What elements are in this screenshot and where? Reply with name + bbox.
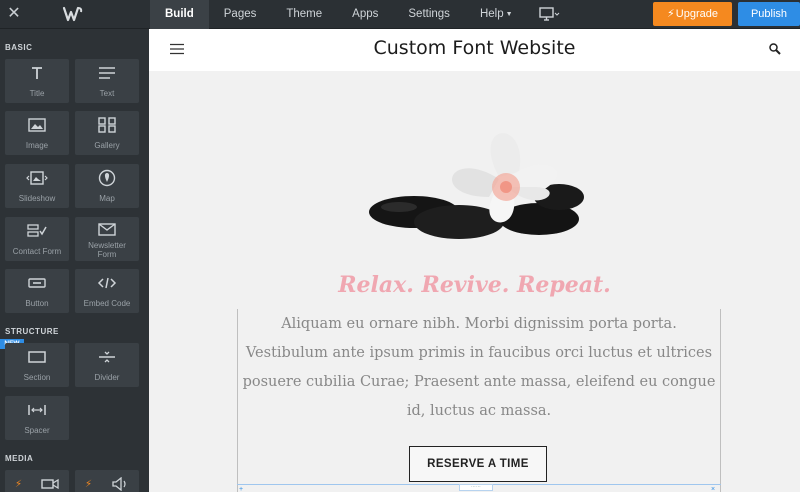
title-icon <box>5 64 69 82</box>
envelope-icon <box>75 220 139 238</box>
tile-button[interactable]: Button <box>5 269 69 313</box>
text-icon <box>75 64 139 82</box>
section-title-basic: BASIC <box>5 43 33 52</box>
section-icon <box>5 348 69 366</box>
tile-video[interactable]: ⚡ <box>5 470 69 492</box>
tile-label: Divider <box>94 373 120 382</box>
upgrade-label: Upgrade <box>675 8 718 20</box>
nav-apps[interactable]: Apps <box>337 0 393 29</box>
tile-divider[interactable]: Divider <box>75 343 139 387</box>
nav-build[interactable]: Build <box>150 0 209 29</box>
nav-help-label: Help <box>479 8 504 20</box>
tile-label: Embed Code <box>83 299 131 308</box>
publish-button[interactable]: Publish <box>738 2 800 26</box>
tile-label: Section <box>23 373 51 382</box>
tile-label: Button <box>25 299 49 308</box>
reserve-a-time-button[interactable]: RESERVE A TIME <box>409 446 547 482</box>
gallery-icon <box>75 116 139 134</box>
tile-label: Map <box>99 194 115 203</box>
tile-audio[interactable]: ⚡ <box>75 470 139 492</box>
tile-section[interactable]: Section <box>5 343 69 387</box>
drag-handle-icon[interactable]: ⋯⋯ <box>459 484 493 491</box>
tile-label: Contact Form <box>12 247 62 256</box>
chevron-down-icon: ▼ <box>505 11 513 18</box>
video-icon: ⚡ <box>5 475 69 492</box>
tile-label: Image <box>25 141 49 150</box>
tile-newsletter-form[interactable]: Newsletter Form <box>75 217 139 261</box>
spa-stones-flower-image[interactable] <box>369 117 589 242</box>
site-title[interactable]: Custom Font Website <box>149 37 800 59</box>
section-title-structure: STRUCTURE <box>5 327 59 336</box>
tile-spacer[interactable]: Spacer <box>5 396 69 440</box>
tile-title[interactable]: Title <box>5 59 69 103</box>
nav-settings[interactable]: Settings <box>393 0 465 29</box>
divider-icon <box>75 348 139 366</box>
nav-pages[interactable]: Pages <box>209 0 272 29</box>
image-icon <box>5 116 69 134</box>
nav-theme[interactable]: Theme <box>271 0 337 29</box>
hero-body-text[interactable]: Aliquam eu ornare nibh. Morbi dignissim … <box>241 310 717 426</box>
upgrade-button[interactable]: ⚡Upgrade <box>653 2 732 26</box>
tile-label: Slideshow <box>18 194 56 203</box>
contact-form-icon <box>5 222 69 240</box>
tile-contact-form[interactable]: Contact Form <box>5 217 69 261</box>
tile-embed-code[interactable]: Embed Code <box>75 269 139 313</box>
site-header: Custom Font Website <box>149 29 800 71</box>
top-toolbar: ✕ Build Pages Theme Apps Settings Help ▼ … <box>0 0 800 29</box>
audio-icon: ⚡ <box>75 475 139 492</box>
map-pin-icon <box>75 169 139 187</box>
close-icon[interactable]: × <box>711 486 719 492</box>
editor-canvas[interactable]: Custom Font Website Relax. Revive. Repea… <box>149 29 800 492</box>
tile-label: Title <box>29 89 45 98</box>
tile-label: Gallery <box>94 141 120 150</box>
lightning-icon: ⚡ <box>667 8 675 20</box>
hero-tagline[interactable]: Relax. Revive. Repeat. <box>149 272 800 298</box>
search-icon[interactable] <box>769 43 781 55</box>
tile-image[interactable]: Image <box>5 111 69 155</box>
tile-label: Spacer <box>24 426 50 435</box>
tile-gallery[interactable]: Gallery <box>75 111 139 155</box>
section-title-media: MEDIA <box>5 454 34 463</box>
spacer-icon <box>5 401 69 419</box>
weebly-logo-icon[interactable] <box>62 5 84 23</box>
tile-label: Text <box>99 89 115 98</box>
elements-sidebar: BASIC Title Text Image Gallery Slideshow… <box>0 29 149 492</box>
button-icon <box>5 274 69 292</box>
tile-slideshow[interactable]: Slideshow <box>5 164 69 208</box>
tile-label: Newsletter Form <box>88 241 126 259</box>
main-nav: Build Pages Theme Apps Settings Help ▼ <box>150 0 528 29</box>
slideshow-icon <box>5 169 69 187</box>
section-resize-bar[interactable]: + ⋯⋯ × <box>237 484 721 492</box>
nav-help[interactable]: Help ▼ <box>465 0 528 29</box>
tile-map[interactable]: Map <box>75 164 139 208</box>
close-icon[interactable]: ✕ <box>7 5 21 23</box>
add-icon[interactable]: + <box>239 486 247 492</box>
device-preview-icon[interactable] <box>538 6 560 23</box>
code-icon <box>75 274 139 292</box>
tile-text[interactable]: Text <box>75 59 139 103</box>
